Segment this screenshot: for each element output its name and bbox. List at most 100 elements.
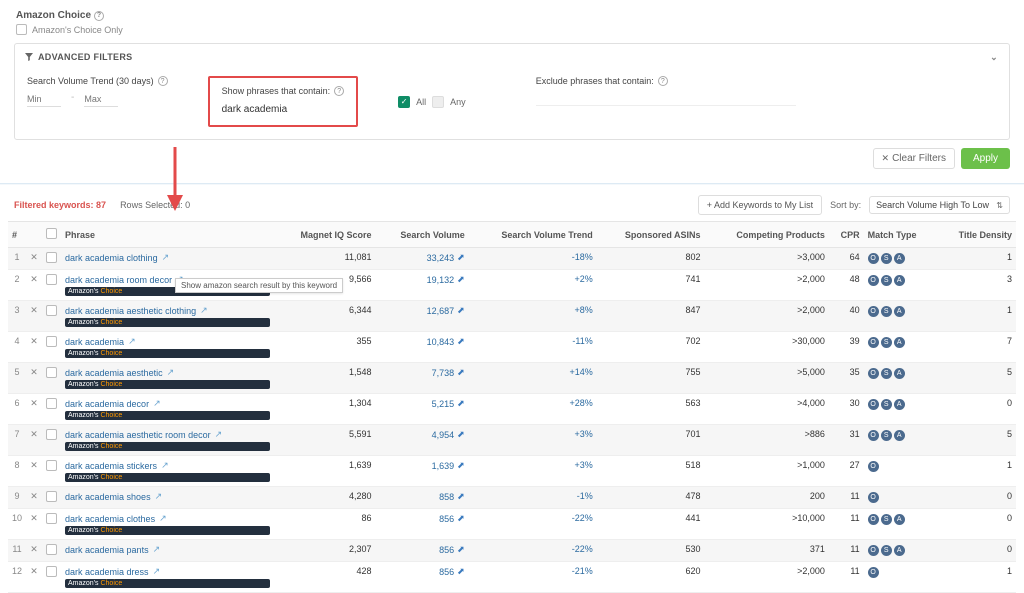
- keyword-phrase[interactable]: dark academia clothes: [65, 514, 155, 524]
- section-amazon-choice: Amazon Choice ?: [16, 10, 104, 21]
- row-checkbox[interactable]: [42, 562, 61, 593]
- delete-row-button[interactable]: ✕: [26, 540, 42, 562]
- delete-row-button[interactable]: ✕: [26, 270, 42, 301]
- col-sv[interactable]: Search Volume: [376, 222, 469, 248]
- col-select-all[interactable]: [42, 222, 61, 248]
- keyword-phrase[interactable]: dark academia clothing: [65, 253, 158, 263]
- row-checkbox[interactable]: [42, 509, 61, 540]
- row-checkbox[interactable]: [42, 301, 61, 332]
- external-link-icon[interactable]: ↗: [155, 491, 163, 502]
- exclude-phrases-input[interactable]: [536, 92, 796, 106]
- keyword-phrase[interactable]: dark academia dress: [65, 567, 149, 577]
- keyword-phrase[interactable]: dark academia stickers: [65, 461, 157, 471]
- sv-link[interactable]: 856 ⬈: [439, 544, 465, 555]
- row-checkbox[interactable]: [42, 332, 61, 363]
- keyword-phrase[interactable]: dark academia pants: [65, 545, 149, 555]
- cell-sv: 4,954 ⬈: [376, 425, 469, 456]
- sv-link[interactable]: 858 ⬈: [439, 491, 465, 502]
- col-phrase[interactable]: Phrase: [61, 222, 274, 248]
- help-icon[interactable]: ?: [158, 76, 168, 86]
- delete-row-button[interactable]: ✕: [26, 456, 42, 487]
- delete-row-button[interactable]: ✕: [26, 562, 42, 593]
- cell-phrase: dark academia decor↗Amazon's Choice: [61, 394, 274, 425]
- delete-row-button[interactable]: ✕: [26, 509, 42, 540]
- external-link-icon[interactable]: ↗: [167, 367, 175, 378]
- apply-button[interactable]: Apply: [961, 148, 1010, 169]
- cell-comp: >886: [705, 425, 829, 456]
- keyword-phrase[interactable]: dark academia aesthetic clothing: [65, 306, 196, 316]
- advanced-filters-toggle[interactable]: ADVANCED FILTERS ⌄: [25, 52, 999, 62]
- external-link-icon[interactable]: ↗: [153, 544, 161, 555]
- sv-link[interactable]: 5,215 ⬈: [432, 398, 465, 409]
- row-checkbox[interactable]: [42, 248, 61, 270]
- include-all-any-toggle[interactable]: ✓ All Any: [398, 96, 466, 108]
- checkbox-icon[interactable]: [16, 24, 27, 35]
- clear-filters-button[interactable]: ✕ Clear Filters: [873, 148, 955, 169]
- cell-svt: -22%: [469, 509, 597, 540]
- table-row: 11✕dark academia pants↗2,307856 ⬈-22%530…: [8, 540, 1016, 562]
- svtrend-min-input[interactable]: [27, 92, 61, 107]
- col-mt[interactable]: Match Type: [864, 222, 937, 248]
- add-keywords-button[interactable]: + Add Keywords to My List: [698, 195, 822, 215]
- match-type-badge: O: [868, 461, 879, 472]
- delete-row-button[interactable]: ✕: [26, 332, 42, 363]
- external-link-icon[interactable]: ↗: [215, 429, 223, 440]
- show-phrases-value[interactable]: dark academia: [222, 104, 345, 115]
- sv-link[interactable]: 33,243 ⬈: [427, 252, 465, 263]
- sv-link[interactable]: 856 ⬈: [439, 566, 465, 577]
- delete-row-button[interactable]: ✕: [26, 425, 42, 456]
- external-link-icon[interactable]: ↗: [162, 252, 170, 263]
- keyword-phrase[interactable]: dark academia decor: [65, 399, 149, 409]
- row-checkbox[interactable]: [42, 540, 61, 562]
- keyword-phrase[interactable]: dark academia: [65, 337, 124, 347]
- external-link-icon[interactable]: ↗: [153, 398, 161, 409]
- external-link-icon[interactable]: ↗: [161, 460, 169, 471]
- row-checkbox[interactable]: [42, 394, 61, 425]
- col-num[interactable]: #: [8, 222, 26, 248]
- col-iq[interactable]: Magnet IQ Score: [274, 222, 376, 248]
- sv-link[interactable]: 19,132 ⬈: [427, 274, 465, 285]
- external-link-icon[interactable]: ↗: [128, 336, 136, 347]
- external-link-icon[interactable]: ↗: [159, 513, 167, 524]
- col-td[interactable]: Title Density: [937, 222, 1016, 248]
- toggle-all[interactable]: ✓: [398, 96, 410, 108]
- amazon-choice-only-option[interactable]: Amazon's Choice Only: [16, 24, 1010, 35]
- row-checkbox[interactable]: [42, 487, 61, 509]
- sv-link[interactable]: 856 ⬈: [439, 513, 465, 524]
- keyword-phrase[interactable]: dark academia shoes: [65, 492, 151, 502]
- match-type-badge: S: [881, 337, 892, 348]
- cell-iq: 1,639: [274, 456, 376, 487]
- external-link-icon[interactable]: ↗: [153, 566, 161, 577]
- col-cpr[interactable]: CPR: [829, 222, 864, 248]
- delete-row-button[interactable]: ✕: [26, 301, 42, 332]
- delete-row-button[interactable]: ✕: [26, 487, 42, 509]
- row-checkbox[interactable]: [42, 363, 61, 394]
- svtrend-max-input[interactable]: [84, 92, 118, 107]
- col-comp[interactable]: Competing Products: [705, 222, 829, 248]
- sort-select[interactable]: Search Volume High To Low ⇅: [869, 196, 1010, 214]
- row-checkbox[interactable]: [42, 456, 61, 487]
- row-checkbox[interactable]: [42, 425, 61, 456]
- delete-row-button[interactable]: ✕: [26, 394, 42, 425]
- external-link-icon[interactable]: ↗: [200, 305, 208, 316]
- delete-row-button[interactable]: ✕: [26, 248, 42, 270]
- sv-link[interactable]: 7,738 ⬈: [432, 367, 465, 378]
- cell-td: 3: [937, 270, 1016, 301]
- all-label: All: [416, 97, 426, 107]
- help-icon[interactable]: ?: [658, 76, 668, 86]
- delete-row-button[interactable]: ✕: [26, 363, 42, 394]
- col-svt[interactable]: Search Volume Trend: [469, 222, 597, 248]
- sv-link[interactable]: 10,843 ⬈: [427, 336, 465, 347]
- keyword-phrase[interactable]: dark academia room decor: [65, 275, 172, 285]
- keyword-phrase[interactable]: dark academia aesthetic room decor: [65, 430, 211, 440]
- sv-link[interactable]: 4,954 ⬈: [432, 429, 465, 440]
- toggle-any[interactable]: [432, 96, 444, 108]
- col-spons[interactable]: Sponsored ASINs: [597, 222, 705, 248]
- help-icon[interactable]: ?: [334, 86, 344, 96]
- row-checkbox[interactable]: [42, 270, 61, 301]
- sv-link[interactable]: 1,639 ⬈: [432, 460, 465, 471]
- range-dash: -: [71, 92, 74, 107]
- help-icon[interactable]: ?: [94, 11, 104, 21]
- sv-link[interactable]: 12,687 ⬈: [427, 305, 465, 316]
- keyword-phrase[interactable]: dark academia aesthetic: [65, 368, 163, 378]
